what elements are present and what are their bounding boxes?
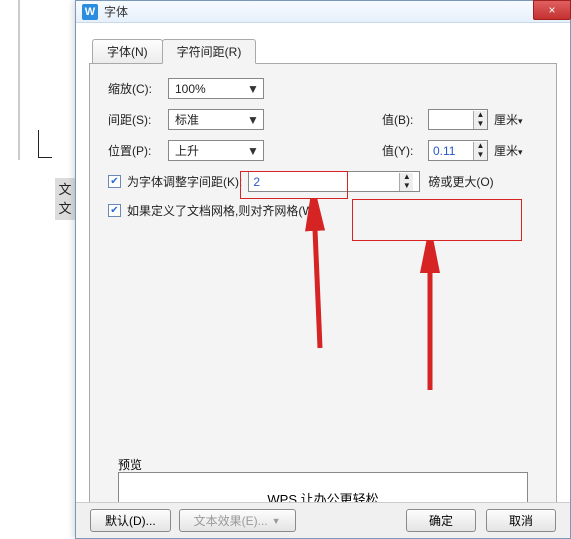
- kerning-input[interactable]: [249, 175, 399, 189]
- tab-font[interactable]: 字体(N): [92, 39, 163, 64]
- window-title: 字体: [104, 3, 128, 20]
- preview-label: 预览: [118, 456, 142, 473]
- value-y-spinner[interactable]: ▲▼: [428, 140, 488, 161]
- chevron-down-icon: ▼: [245, 113, 261, 127]
- value-b-input[interactable]: [429, 113, 473, 127]
- spacing-select[interactable]: 标准 ▼: [168, 109, 264, 130]
- dialog-footer: 默认(D)... 文本效果(E)...▼ 确定 取消: [76, 502, 570, 538]
- value-b-spinner[interactable]: ▲▼: [428, 109, 488, 130]
- spin-down-icon[interactable]: ▼: [473, 120, 487, 129]
- chevron-down-icon: ▼: [245, 144, 261, 158]
- cancel-button[interactable]: 取消: [486, 509, 556, 532]
- kerning-label: 为字体调整字间距(K):: [127, 173, 242, 190]
- ok-button[interactable]: 确定: [406, 509, 476, 532]
- app-icon: W: [82, 4, 98, 20]
- chevron-down-icon: ▼: [272, 516, 281, 526]
- position-label: 位置(P):: [108, 142, 168, 159]
- kerning-spinner[interactable]: ▲▼: [248, 171, 420, 192]
- chevron-down-icon: ▼: [245, 82, 261, 96]
- grid-checkbox[interactable]: [108, 204, 121, 217]
- text-effects-button: 文本效果(E)...▼: [179, 509, 296, 532]
- tab-panel: 缩放(C): 100% ▼ 间距(S): 标准 ▼ 值(B): ▲▼ 厘米▾ 位…: [89, 63, 557, 505]
- titlebar: W 字体 ×: [76, 1, 570, 23]
- caret-marker: [38, 130, 52, 158]
- document-selected-text: 文 文: [55, 178, 75, 220]
- unit-b: 厘米▾: [494, 111, 523, 128]
- grid-label: 如果定义了文档网格,则对齐网格(W): [127, 202, 318, 219]
- default-button[interactable]: 默认(D)...: [90, 509, 171, 532]
- spacing-label: 间距(S):: [108, 111, 168, 128]
- zoom-label: 缩放(C):: [108, 80, 168, 97]
- value-b-label: 值(B):: [382, 111, 428, 128]
- unit-y: 厘米▾: [494, 142, 523, 159]
- spin-down-icon[interactable]: ▼: [473, 151, 487, 160]
- value-y-label: 值(Y):: [382, 142, 428, 159]
- position-select[interactable]: 上升 ▼: [168, 140, 264, 161]
- value-y-input[interactable]: [429, 144, 473, 158]
- spin-down-icon[interactable]: ▼: [399, 182, 413, 191]
- close-icon: ×: [548, 3, 555, 17]
- font-dialog: W 字体 × 字体(N) 字符间距(R) 缩放(C): 100% ▼ 间距(S)…: [75, 0, 571, 539]
- kerning-checkbox[interactable]: [108, 175, 121, 188]
- annotation-arrow-a: [296, 198, 340, 358]
- tab-char-spacing[interactable]: 字符间距(R): [162, 39, 257, 64]
- zoom-value: 100%: [175, 82, 206, 96]
- kerning-suffix: 磅或更大(O): [428, 173, 493, 190]
- zoom-select[interactable]: 100% ▼: [168, 78, 264, 99]
- annotation-arrow-b: [408, 240, 452, 400]
- document-background: 文 文: [0, 0, 75, 539]
- ruler: [18, 0, 20, 160]
- close-button[interactable]: ×: [533, 0, 571, 20]
- position-value: 上升: [175, 142, 199, 159]
- spacing-value: 标准: [175, 111, 199, 128]
